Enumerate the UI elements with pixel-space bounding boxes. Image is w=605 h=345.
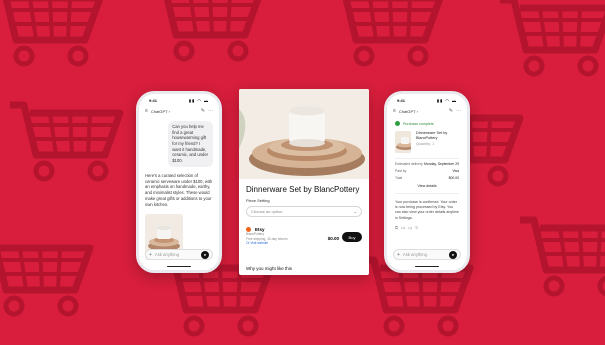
detail-value: Visa	[452, 169, 459, 173]
detail-value: $00.00	[448, 176, 459, 180]
right-phone-screen: 9:41 ▮▮ ◠ ▬ ≡ ChatGPT › ✎ ⋯ Purchase com…	[387, 94, 467, 270]
cart-icon	[150, 0, 260, 59]
option-label: Piece Setting	[246, 198, 270, 203]
message-composer[interactable]: + Ask anything ●	[393, 249, 461, 260]
product-title: Dinnerware Set by BlancPottery	[246, 185, 360, 194]
cart-icon	[500, 0, 605, 74]
regenerate-icon[interactable]: ↻	[415, 225, 418, 231]
message-composer[interactable]: + Ask anything ●	[145, 249, 213, 260]
check-icon	[395, 121, 400, 126]
home-indicator	[167, 265, 191, 267]
more-icon[interactable]: ⋯	[456, 108, 461, 114]
status-bar: 9:41 ▮▮ ◠ ▬	[139, 94, 219, 106]
thumbs-up-icon[interactable]: 👍︎	[401, 225, 405, 231]
status-time: 9:41	[397, 97, 406, 103]
detail-row: Paid by Visa	[395, 169, 459, 173]
chat-header: ≡ ChatGPT › ✎ ⋯	[139, 106, 219, 116]
order-summary: Dinnerware Set by BlancPottery Quantity:…	[395, 131, 459, 153]
assistant-reply: Your purchase is confirmed. Your order i…	[395, 200, 459, 220]
divider	[395, 193, 459, 194]
status-time: 9:41	[149, 97, 158, 103]
message-actions: ⧉ 👍︎ 👎︎ ↻	[395, 225, 459, 231]
plus-icon[interactable]: +	[149, 252, 152, 258]
cart-icon	[520, 220, 605, 294]
confirm-text: Purchase complete	[403, 121, 434, 126]
product-price: $0.00	[327, 236, 339, 241]
order-title: Dinnerware Set by BlancPottery	[415, 131, 448, 141]
home-indicator	[415, 265, 439, 267]
voice-icon[interactable]: ●	[201, 250, 209, 259]
purchase-confirmation: Purchase complete	[395, 121, 459, 126]
copy-icon[interactable]: ⧉	[395, 225, 398, 231]
view-details-button[interactable]: View details	[387, 184, 467, 188]
menu-icon[interactable]: ≡	[145, 108, 148, 114]
menu-icon[interactable]: ≡	[393, 108, 396, 114]
product-photo	[239, 89, 369, 179]
bowl-thumb-illustration	[395, 131, 411, 153]
more-icon[interactable]: ⋯	[208, 108, 213, 114]
detail-value: Monday, September 29	[424, 162, 459, 166]
cart-icon	[0, 240, 90, 314]
detail-key: Estimated delivery	[395, 162, 423, 166]
order-quantity: Quantity: 1	[415, 141, 435, 146]
new-chat-icon[interactable]: ✎	[201, 108, 205, 114]
dinnerware-illustration	[239, 89, 369, 179]
chat-title[interactable]: ChatGPT ›	[399, 109, 418, 114]
cart-icon	[0, 0, 100, 64]
user-message: Can you help me find a great housewarmin…	[168, 121, 213, 167]
left-phone: 9:41 ▮▮ ◠ ▬ ≡ ChatGPT › ✎ ⋯ Can you help…	[136, 91, 222, 273]
order-text: Dinnerware Set by BlancPottery Quantity:…	[416, 131, 459, 153]
right-phone: 9:41 ▮▮ ◠ ▬ ≡ ChatGPT › ✎ ⋯ Purchase com…	[384, 91, 470, 273]
thumbs-down-icon[interactable]: 👎︎	[408, 225, 412, 231]
status-icons: ▮▮ ◠ ▬	[436, 97, 457, 103]
left-phone-screen: 9:41 ▮▮ ◠ ▬ ≡ ChatGPT › ✎ ⋯ Can you help…	[139, 94, 219, 270]
why-you-might-like-heading: Why you might like this	[246, 266, 293, 271]
chat-header: ≡ ChatGPT › ✎ ⋯	[387, 106, 467, 116]
status-bar: 9:41 ▮▮ ◠ ▬	[387, 94, 467, 106]
product-card: Dinnerware Set by BlancPottery Piece Set…	[239, 89, 369, 275]
cart-icon	[330, 0, 440, 64]
detail-row: Total $00.00	[395, 176, 459, 180]
piece-setting-select[interactable]: Choose an option ⌄	[246, 206, 362, 217]
chevron-down-icon: ⌄	[353, 209, 357, 214]
cart-icon	[10, 105, 120, 179]
assistant-message: Here's a curated selection of ceramic se…	[145, 172, 213, 208]
select-placeholder: Choose an option	[251, 209, 283, 214]
composer-placeholder[interactable]: Ask anything	[155, 252, 179, 257]
detail-key: Total	[395, 176, 403, 180]
detail-row: Estimated delivery Monday, September 29	[395, 162, 459, 166]
chat-title[interactable]: ChatGPT ›	[151, 109, 170, 114]
divider	[395, 158, 459, 159]
composer-placeholder[interactable]: Ask anything	[403, 252, 427, 257]
plus-icon[interactable]: +	[397, 252, 400, 258]
order-thumbnail	[395, 131, 411, 153]
detail-key: Paid by	[395, 169, 407, 173]
voice-icon[interactable]: ●	[449, 250, 457, 259]
status-icons: ▮▮ ◠ ▬	[188, 97, 209, 103]
buy-button[interactable]: Buy	[342, 232, 362, 242]
new-chat-icon[interactable]: ✎	[449, 108, 453, 114]
